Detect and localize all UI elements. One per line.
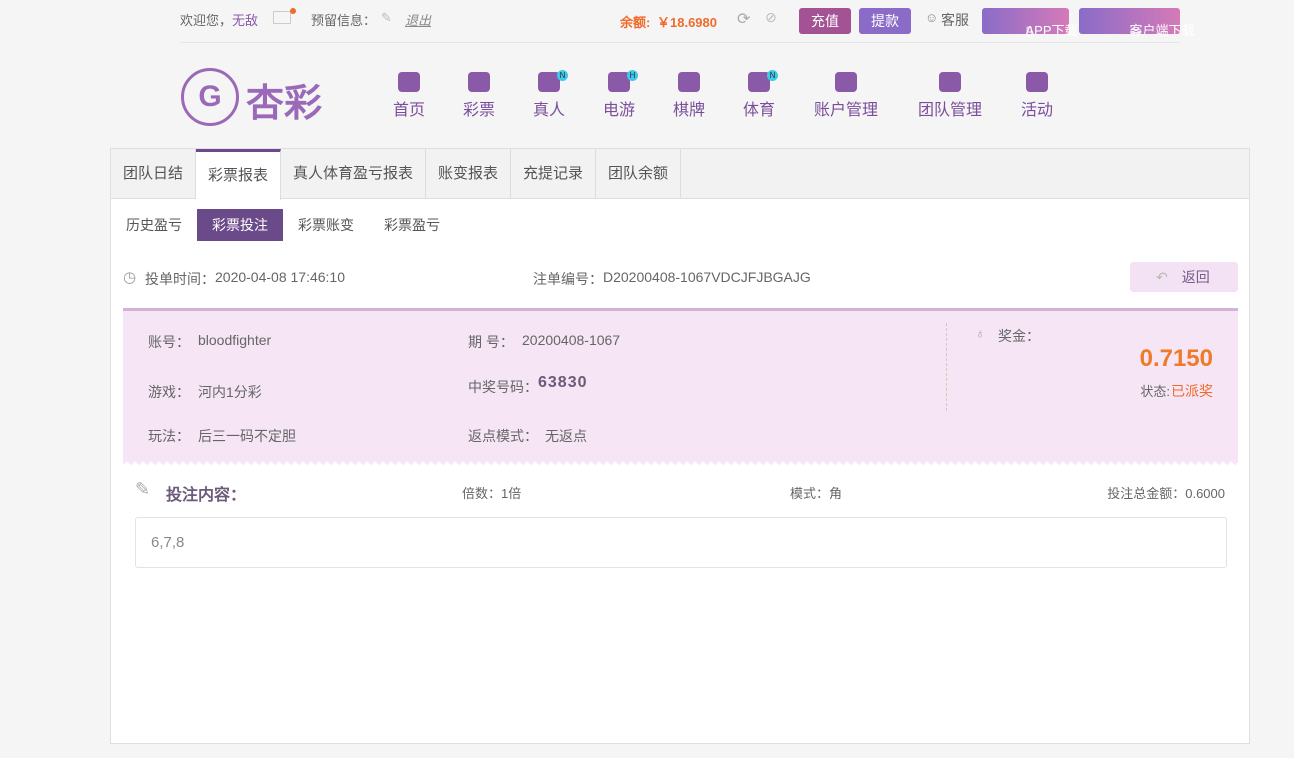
nav-account[interactable]: 账户管理 bbox=[809, 72, 883, 120]
win-number-label: 中奖号码： bbox=[468, 379, 538, 395]
account-label: 账号： bbox=[148, 334, 190, 350]
nav-label: 活动 bbox=[1020, 102, 1053, 119]
nav-slots[interactable]: H 电游 bbox=[589, 70, 649, 120]
win-number: 63830 bbox=[538, 374, 588, 391]
nav-label: 棋牌 bbox=[672, 102, 705, 119]
nav-team[interactable]: 团队管理 bbox=[914, 72, 986, 120]
back-button[interactable]: ↶ 返回 bbox=[1130, 262, 1238, 292]
balance-value: ￥18.6980 bbox=[657, 15, 717, 30]
status-value: 已派奖 bbox=[1171, 383, 1213, 399]
play-label: 玩法： bbox=[148, 428, 190, 444]
deposit-button[interactable]: 充值 bbox=[799, 8, 851, 34]
issue-label: 期 号： bbox=[468, 334, 514, 350]
play-value: 后三一码不定胆 bbox=[198, 428, 296, 444]
status-label: 状态: bbox=[1140, 384, 1170, 399]
nav-home[interactable]: 首页 bbox=[379, 72, 439, 120]
game-label: 游戏： bbox=[148, 384, 190, 400]
nav-lottery[interactable]: 彩票 bbox=[449, 72, 509, 120]
order-time-label: 投单时间： bbox=[145, 271, 215, 287]
username: 无敌 bbox=[232, 13, 259, 28]
clock-icon: ◷ bbox=[123, 269, 137, 286]
order-id: D20200408-1067VDCJFJBGAJG bbox=[603, 269, 811, 285]
money-bag-icon: ♁ bbox=[975, 325, 986, 341]
nav-label: 电游 bbox=[602, 102, 635, 119]
nav-badge: N bbox=[557, 70, 568, 81]
hide-eye-icon[interactable]: ⊘ bbox=[765, 9, 777, 26]
order-time: 2020-04-08 17:46:10 bbox=[215, 269, 345, 285]
zigzag-edge bbox=[123, 460, 1238, 466]
nav-label: 彩票 bbox=[462, 102, 495, 119]
nav-badge: H bbox=[627, 70, 638, 81]
bet-multiple: 倍数：1倍 bbox=[462, 486, 522, 501]
service-icon[interactable]: ☺ bbox=[925, 10, 938, 25]
chess-icon bbox=[678, 72, 700, 92]
divider bbox=[946, 323, 947, 411]
back-arrow-icon: ↶ bbox=[1156, 269, 1168, 285]
bet-mode: 模式：角 bbox=[790, 486, 843, 501]
bet-note-icon: ✎ bbox=[135, 479, 151, 499]
prize-label: 奖金： bbox=[998, 328, 1040, 344]
tab-team-balance[interactable]: 团队余额 bbox=[596, 149, 681, 199]
nav-label: 真人 bbox=[532, 102, 565, 119]
nav-label: 团队管理 bbox=[917, 102, 982, 119]
nav-label: 体育 bbox=[742, 102, 775, 119]
lottery-icon bbox=[468, 72, 490, 92]
rebate-value: 无返点 bbox=[545, 428, 587, 444]
bet-detail-card: 账号： bloodfighter 期 号： 20200408-1067 游戏： … bbox=[123, 308, 1238, 466]
edit-icon[interactable]: ✎ bbox=[381, 10, 392, 26]
tab-account-change[interactable]: 账变报表 bbox=[426, 149, 511, 199]
events-icon bbox=[1026, 72, 1048, 92]
client-download-button[interactable]: ▭ 客户端下载 bbox=[1079, 8, 1195, 38]
nav-badge: N bbox=[767, 70, 778, 81]
team-icon bbox=[939, 72, 961, 92]
order-id-label: 注单编号： bbox=[533, 271, 603, 287]
bet-content-box: 6,7,8 bbox=[135, 517, 1227, 568]
welcome-text: 欢迎您， bbox=[180, 13, 233, 28]
logo-emblem[interactable]: G bbox=[181, 68, 239, 126]
nav-events[interactable]: 活动 bbox=[1007, 72, 1067, 120]
report-tabs: 团队日结 彩票报表 真人体育盈亏报表 账变报表 充提记录 团队余额 bbox=[111, 149, 1249, 200]
report-panel: 团队日结 彩票报表 真人体育盈亏报表 账变报表 充提记录 团队余额 历史盈亏 彩… bbox=[110, 148, 1250, 744]
rebate-label: 返点模式： bbox=[468, 428, 538, 444]
account-icon bbox=[835, 72, 857, 92]
nav-sports[interactable]: N 体育 bbox=[729, 70, 789, 120]
app-download-button[interactable]: ▯ APP下载 bbox=[982, 8, 1078, 38]
refresh-icon[interactable]: ⟳ bbox=[737, 9, 750, 29]
nav-chess[interactable]: 棋牌 bbox=[659, 72, 719, 120]
subtab-lottery-pl[interactable]: 彩票盈亏 bbox=[377, 209, 447, 241]
tab-deposit-withdraw[interactable]: 充提记录 bbox=[511, 149, 596, 199]
mail-icon[interactable] bbox=[273, 11, 291, 24]
tab-live-sports-report[interactable]: 真人体育盈亏报表 bbox=[281, 149, 426, 199]
tab-team-daily[interactable]: 团队日结 bbox=[111, 149, 196, 199]
balance-label: 余额: bbox=[620, 15, 651, 30]
account-value: bloodfighter bbox=[198, 332, 272, 348]
nav-label: 首页 bbox=[392, 102, 425, 119]
tab-lottery-report[interactable]: 彩票报表 bbox=[196, 149, 281, 200]
prize-value: 0.7150 bbox=[1139, 345, 1213, 372]
issue-value: 20200408-1067 bbox=[522, 332, 621, 348]
home-icon bbox=[398, 72, 420, 92]
service-link[interactable]: 客服 bbox=[941, 10, 969, 30]
subtab-history-pl[interactable]: 历史盈亏 bbox=[119, 209, 189, 241]
reserved-info-label: 预留信息： bbox=[311, 13, 377, 28]
bet-content-title: 投注内容： bbox=[166, 487, 247, 504]
mail-dot bbox=[290, 8, 296, 14]
game-value: 河内1分彩 bbox=[198, 384, 262, 400]
top-bar: 欢迎您， 无敌 预留信息： ✎ 退出 余额: ￥18.6980 ⟳ ⊘ 充值 提… bbox=[180, 0, 1195, 43]
subtab-lottery-bets[interactable]: 彩票投注 bbox=[197, 209, 283, 241]
withdraw-button[interactable]: 提款 bbox=[859, 8, 911, 34]
nav-live[interactable]: N 真人 bbox=[519, 70, 579, 120]
logo-text[interactable]: 杏彩 bbox=[246, 72, 322, 127]
nav-label: 账户管理 bbox=[813, 102, 878, 119]
bet-total: 投注总金额：0.6000 bbox=[1107, 486, 1225, 501]
subtab-lottery-changes[interactable]: 彩票账变 bbox=[291, 209, 361, 241]
logout-link[interactable]: 退出 bbox=[405, 10, 431, 29]
